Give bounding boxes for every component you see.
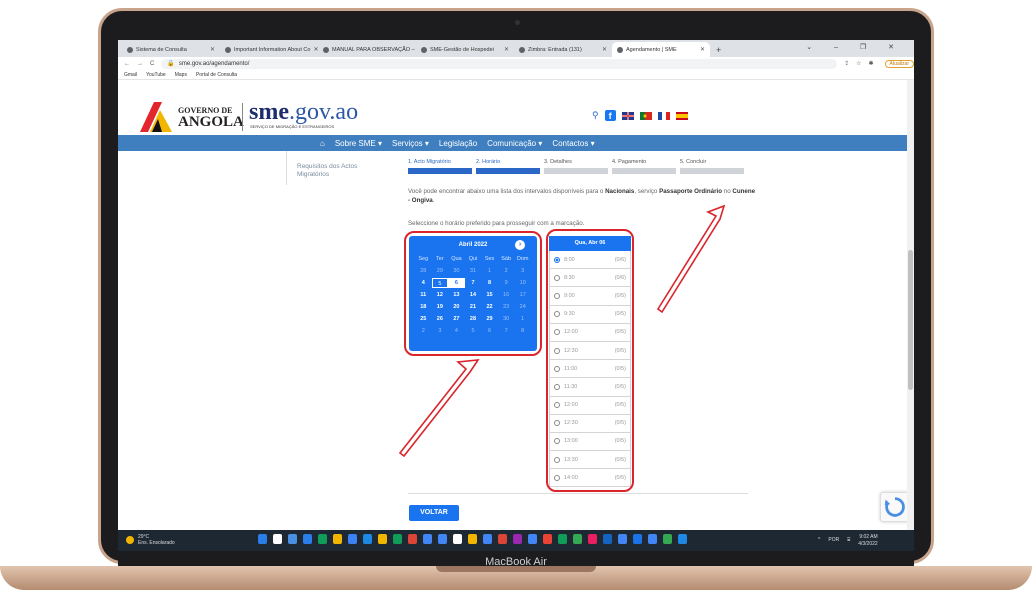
laptop-label: MacBook Air <box>485 556 547 568</box>
annotation-arrows <box>398 204 726 458</box>
laptop-mockup: Sistema de Consulta ✕ Important Informatio… <box>0 0 1032 595</box>
arrow-to-timeslots <box>656 204 726 314</box>
arrow-to-calendar <box>398 359 480 458</box>
